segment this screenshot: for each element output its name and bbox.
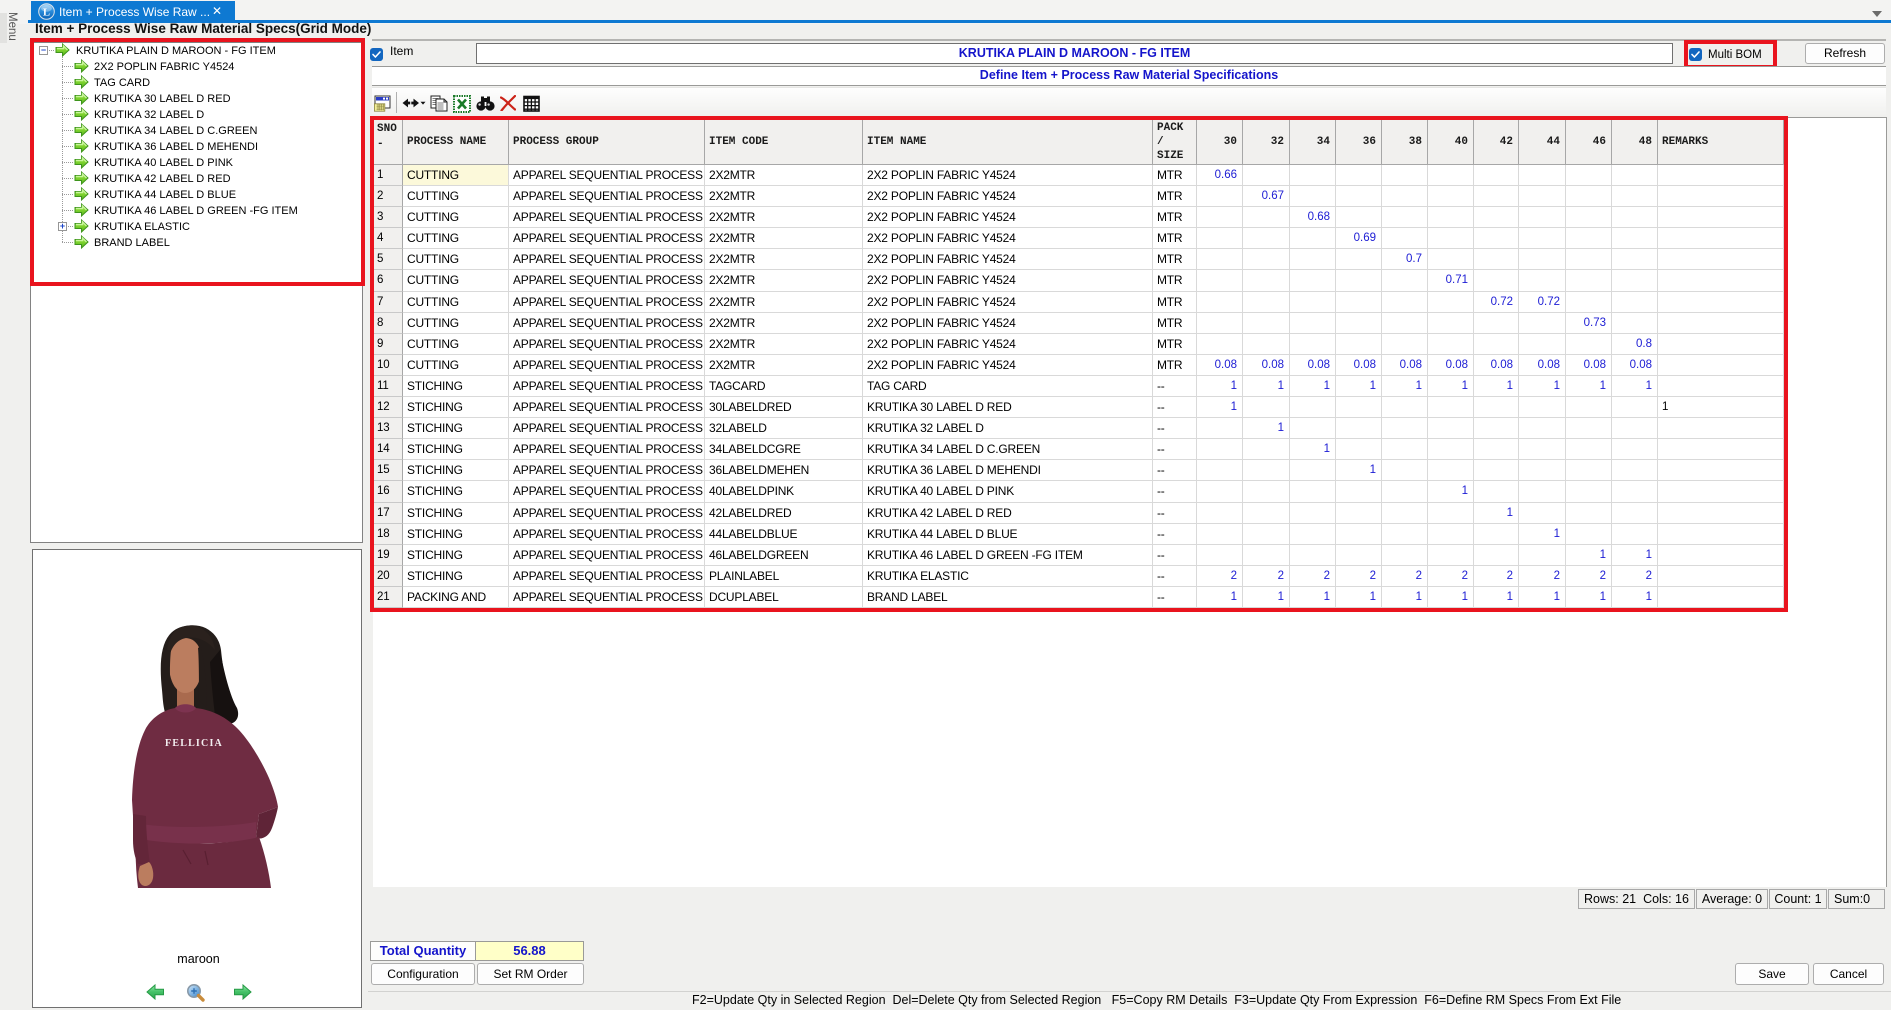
svg-text:L: L [43,7,50,18]
svg-text:FELLICIA: FELLICIA [165,738,223,749]
